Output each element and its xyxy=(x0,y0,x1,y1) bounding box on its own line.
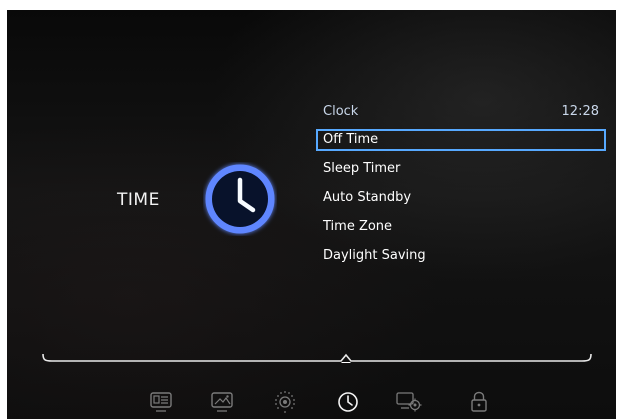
sound-icon[interactable] xyxy=(271,388,299,416)
settings-icon[interactable] xyxy=(395,388,423,416)
menu-header: Clock 12:28 xyxy=(323,104,599,119)
menu-item-time-zone[interactable]: Time Zone xyxy=(316,216,606,238)
clock-menu: Off Time Sleep Timer Auto Standby Time Z… xyxy=(316,129,606,274)
menu-item-auto-standby[interactable]: Auto Standby xyxy=(316,187,606,209)
section-title: TIME xyxy=(117,190,160,210)
menu-title: Clock xyxy=(323,104,359,119)
menu-divider xyxy=(42,353,592,363)
channel-list-icon[interactable] xyxy=(148,388,176,416)
tv-menu-screen: TIME Clock 12:28 Off Time Sleep Timer Au… xyxy=(7,10,616,419)
bottom-navigation xyxy=(7,388,616,418)
lock-icon[interactable] xyxy=(465,388,493,416)
time-icon[interactable] xyxy=(334,388,362,416)
current-time: 12:28 xyxy=(561,104,599,119)
menu-item-off-time[interactable]: Off Time xyxy=(316,129,606,151)
clock-icon xyxy=(205,164,275,234)
menu-item-sleep-timer[interactable]: Sleep Timer xyxy=(316,158,606,180)
menu-item-daylight-saving[interactable]: Daylight Saving xyxy=(316,245,606,267)
picture-icon[interactable] xyxy=(209,388,237,416)
